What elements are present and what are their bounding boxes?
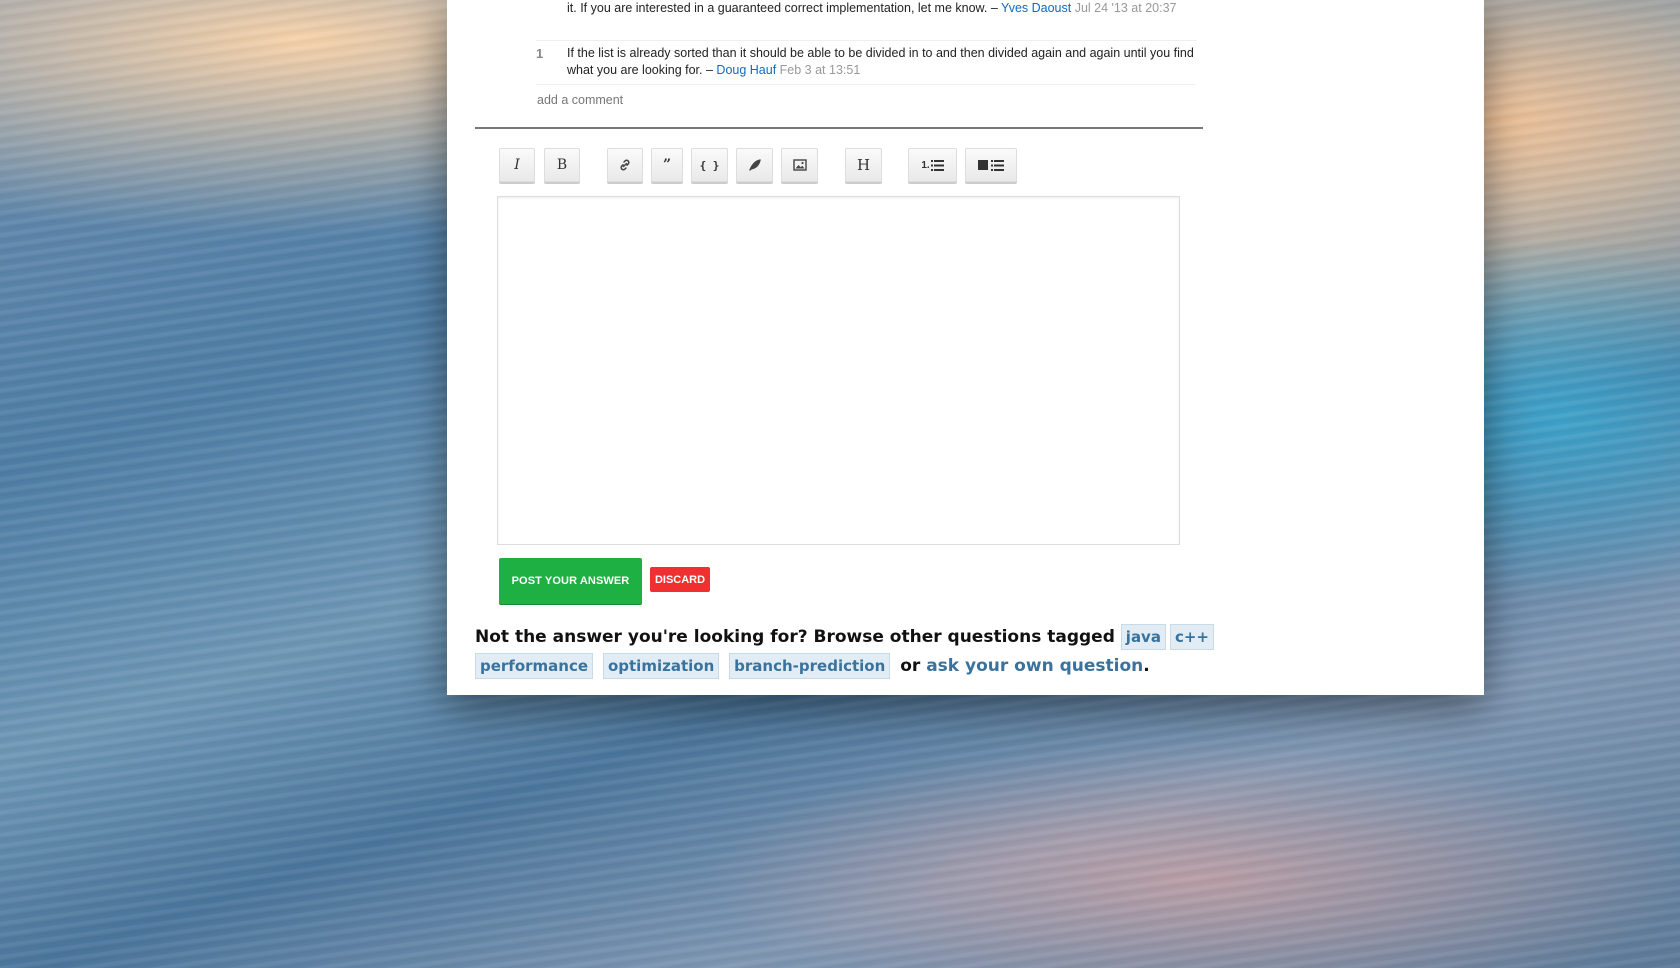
comment-divider xyxy=(536,84,1196,85)
comment-text: If the list is already sorted than it sh… xyxy=(567,46,1194,77)
post-answer-button[interactable]: POST YOUR ANSWER xyxy=(499,558,642,605)
comment-score: 1 xyxy=(536,46,544,61)
snippet-icon xyxy=(748,158,762,172)
comment-date: Jul 24 '13 at 20:37 xyxy=(1074,1,1177,15)
link-icon xyxy=(618,158,632,172)
bold-icon: B xyxy=(556,157,568,173)
footer-period: . xyxy=(1143,656,1150,676)
image-icon xyxy=(792,159,807,171)
italic-button[interactable]: I xyxy=(499,148,535,182)
snippet-button[interactable] xyxy=(736,148,773,182)
ordered-list-button[interactable]: 1. xyxy=(908,148,957,182)
quote-icon: ” xyxy=(662,157,672,173)
bold-button[interactable]: B xyxy=(544,148,580,182)
browser-window: it. If you are interested in a guarantee… xyxy=(447,0,1484,695)
footer-prefix: Not the answer you're looking for? Brows… xyxy=(475,627,1115,647)
comment-divider xyxy=(536,40,1196,41)
comment: it. If you are interested in a guarantee… xyxy=(536,0,1206,17)
answer-editor-textarea[interactable] xyxy=(497,196,1180,545)
comment: 1 If the list is already sorted than it … xyxy=(536,45,1206,79)
ordered-list-icon: 1. xyxy=(921,159,944,171)
unordered-list-icon xyxy=(978,159,1004,171)
heading-button[interactable]: H xyxy=(845,148,882,182)
heading-icon: H xyxy=(856,156,871,174)
tag-java[interactable]: java xyxy=(1120,624,1166,650)
comment-text: it. If you are interested in a guarantee… xyxy=(567,1,998,15)
comment-date: Feb 3 at 13:51 xyxy=(779,63,861,77)
ordered-list-number: 1. xyxy=(921,159,930,171)
code-icon: { } xyxy=(699,158,720,172)
comment-user-link[interactable]: Yves Daoust xyxy=(1001,1,1071,15)
tag-branch-prediction[interactable]: branch-prediction xyxy=(729,653,891,679)
italic-icon: I xyxy=(514,157,520,173)
editor-toolbar: I B ” { } H 1. xyxy=(475,148,1205,184)
code-button[interactable]: { } xyxy=(691,148,728,182)
footer-or: or xyxy=(900,656,921,676)
discard-button[interactable]: DISCARD xyxy=(650,567,710,592)
add-comment-link[interactable]: add a comment xyxy=(537,93,623,107)
blockquote-button[interactable]: ” xyxy=(651,148,683,182)
image-button[interactable] xyxy=(781,148,818,182)
tag-optimization[interactable]: optimization xyxy=(602,653,720,679)
tag-performance[interactable]: performance xyxy=(475,653,594,679)
ask-question-link[interactable]: ask your own question xyxy=(926,656,1143,676)
link-button[interactable] xyxy=(607,148,643,182)
tag-cpp[interactable]: c++ xyxy=(1169,624,1214,650)
comment-user-link[interactable]: Doug Hauf xyxy=(716,63,776,77)
section-divider xyxy=(475,127,1203,129)
unordered-list-button[interactable] xyxy=(965,148,1017,182)
